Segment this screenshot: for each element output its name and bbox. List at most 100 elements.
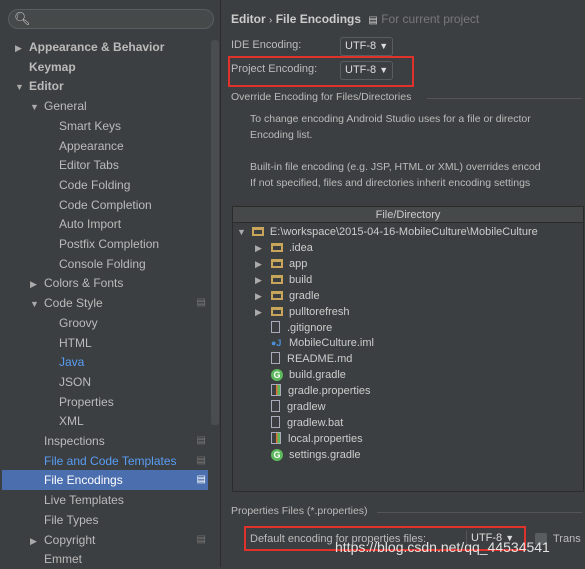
sidebar-item[interactable]: Inspections: [44, 432, 105, 451]
expand-arrow-icon[interactable]: ▶: [15, 43, 22, 54]
ide-encoding-select[interactable]: UTF-8 ▼: [340, 37, 394, 56]
watermark: https://blog.csdn.net/qq_44534541: [335, 539, 550, 555]
file-name: .gitignore: [287, 321, 333, 334]
file-row[interactable]: Gsettings.gradle: [271, 447, 361, 463]
sidebar-item[interactable]: Groovy: [59, 314, 98, 333]
file-row[interactable]: .idea: [271, 240, 313, 256]
text-file-icon: [271, 400, 280, 412]
sidebar-item[interactable]: Copyright: [44, 531, 95, 550]
sidebar-item[interactable]: Properties: [59, 393, 114, 412]
sidebar-item-label: Java: [59, 355, 85, 370]
divider: [427, 98, 582, 99]
sidebar-item[interactable]: Keymap: [29, 58, 76, 77]
sidebar-item[interactable]: File Encodings: [44, 471, 123, 490]
project-scope-icon: ▤: [196, 474, 206, 486]
folder-icon: [251, 227, 264, 236]
file-row[interactable]: build: [271, 272, 312, 288]
expand-arrow-icon[interactable]: ▶: [30, 536, 37, 547]
sidebar-item[interactable]: Live Templates: [44, 491, 124, 510]
sidebar-item[interactable]: Appearance: [59, 137, 124, 156]
breadcrumb-parent[interactable]: Editor: [231, 12, 266, 26]
file-row[interactable]: pulltorefresh: [271, 304, 350, 320]
sidebar-item[interactable]: Editor: [29, 77, 64, 96]
collapse-arrow-icon[interactable]: ▼: [30, 299, 39, 309]
sidebar-item[interactable]: Appearance & Behavior: [29, 38, 164, 57]
sidebar-item-label: Copyright: [44, 532, 96, 547]
sidebar-item-label: Live Templates: [44, 493, 124, 508]
sidebar-item[interactable]: XML: [59, 412, 84, 431]
sidebar-item-label: Code Style: [44, 296, 103, 311]
sidebar-item[interactable]: JSON: [59, 373, 91, 392]
column-header-file-directory[interactable]: File/Directory: [233, 207, 583, 223]
file-name: gradle: [289, 289, 320, 302]
tree-root-row[interactable]: ▼ E:\workspace\2015-04-16-MobileCulture\M…: [237, 224, 538, 240]
sidebar-item[interactable]: General: [44, 97, 87, 116]
file-row[interactable]: local.properties: [271, 431, 363, 447]
collapse-arrow-icon[interactable]: ▼: [15, 82, 24, 92]
file-name: .idea: [289, 242, 313, 254]
sidebar-item-label: Inspections: [44, 434, 105, 448]
expand-arrow-icon[interactable]: ▶: [255, 259, 262, 270]
folder-icon: [271, 274, 283, 284]
sidebar-item[interactable]: Postfix Completion: [59, 235, 159, 254]
file-row[interactable]: .gitignore: [271, 320, 332, 336]
file-row[interactable]: gradlew.bat: [271, 415, 343, 431]
expand-arrow-icon[interactable]: ▶: [255, 275, 262, 286]
override-section-title: Override Encoding for Files/Directories: [231, 91, 412, 103]
sidebar-item[interactable]: Emmet: [44, 550, 82, 569]
sidebar-item-label: Groovy: [59, 315, 98, 330]
expand-arrow-icon[interactable]: ▼: [237, 227, 246, 237]
file-row[interactable]: gradlew: [271, 399, 326, 415]
file-name: gradle.properties: [288, 385, 371, 398]
page-title: File Encodings: [275, 12, 362, 26]
properties-file-icon: [271, 431, 281, 444]
sidebar-item-label: Code Completion: [59, 197, 152, 212]
folder-icon: [271, 243, 283, 252]
sidebar-item[interactable]: Java: [59, 353, 84, 372]
sidebar-item[interactable]: Console Folding: [59, 255, 146, 274]
expand-arrow-icon[interactable]: ▶: [255, 243, 262, 254]
file-row[interactable]: app: [271, 256, 307, 272]
sidebar-item[interactable]: Colors & Fonts: [44, 274, 123, 293]
sidebar-item[interactable]: File and Code Templates: [44, 452, 177, 471]
breadcrumb-separator: ›: [269, 15, 273, 26]
sidebar-item[interactable]: File Types: [44, 511, 98, 530]
folder-icon: [271, 258, 283, 268]
file-row[interactable]: README.md: [271, 351, 352, 367]
sidebar-item-label: Appearance: [59, 138, 124, 153]
sidebar-item-label: Code Folding: [59, 177, 131, 192]
sidebar-item[interactable]: Code Completion: [59, 196, 152, 215]
sidebar-item[interactable]: Code Style: [44, 294, 103, 313]
sidebar-item-label: Editor Tabs: [59, 158, 119, 173]
sidebar-item[interactable]: Smart Keys: [59, 117, 121, 136]
sidebar-item[interactable]: Code Folding: [59, 176, 130, 195]
file-name: app: [289, 257, 308, 270]
sidebar-item[interactable]: Editor Tabs: [59, 156, 119, 175]
expand-arrow-icon[interactable]: ▶: [30, 279, 37, 290]
info-text-2a: Built-in file encoding (e.g. JSP, HTML o…: [250, 161, 541, 173]
expand-arrow-icon[interactable]: ▶: [255, 291, 262, 302]
sidebar-item-label: Editor: [29, 79, 64, 94]
sidebar-item-label: File Encodings: [44, 473, 123, 488]
sidebar-item-label: XML: [59, 414, 84, 429]
sidebar-item[interactable]: HTML: [59, 334, 92, 353]
file-encoding-table: File/Directory ▼ E:\workspace\2015-04-16-…: [232, 206, 584, 492]
file-row[interactable]: ●J MobileCulture.iml: [271, 335, 374, 351]
text-file-icon: [271, 352, 280, 365]
sidebar-item-label: Keymap: [29, 59, 76, 74]
project-scope-icon: ▤: [368, 15, 378, 26]
collapse-arrow-icon[interactable]: ▼: [30, 102, 39, 112]
file-row[interactable]: gradle.properties: [271, 383, 371, 399]
sidebar-item[interactable]: Auto Import: [59, 215, 121, 234]
file-row[interactable]: gradle: [271, 288, 320, 304]
highlight-box: [228, 56, 414, 87]
expand-arrow-icon[interactable]: ▶: [255, 307, 262, 318]
sidebar-scrollbar[interactable]: [211, 40, 219, 425]
file-name: MobileCulture.iml: [289, 337, 374, 350]
search-input[interactable]: 🔍︎: [8, 9, 214, 29]
ide-encoding-value: UTF-8: [345, 40, 377, 52]
file-row[interactable]: Gbuild.gradle: [271, 367, 346, 383]
file-name: gradlew: [287, 401, 326, 413]
file-name: settings.gradle: [289, 448, 361, 461]
ide-encoding-label: IDE Encoding:: [231, 39, 302, 51]
